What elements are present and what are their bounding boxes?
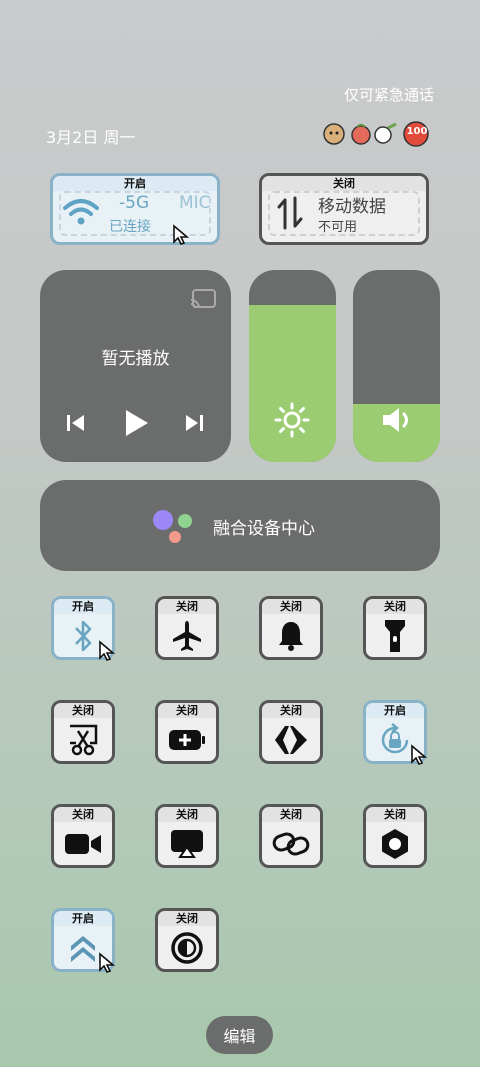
pointer-cursor-icon <box>98 952 116 978</box>
toggle-airplane[interactable]: 关闭 <box>155 596 219 660</box>
badge-100: 100 <box>406 126 428 137</box>
device-center-panel[interactable]: 融合设备中心 <box>40 480 440 571</box>
toggle-state-label: 关闭 <box>158 599 216 614</box>
media-status: 暂无播放 <box>101 349 170 369</box>
mobile-data-tile[interactable]: 关闭 移动数据 不可用 <box>259 173 429 245</box>
device-center-label: 融合设备中心 <box>213 519 315 539</box>
previous-track-icon[interactable] <box>64 412 86 438</box>
emergency-call-text: 仅可紧急通话 <box>343 86 434 104</box>
wifi-ssid: -5G <box>119 193 150 213</box>
cast-icon[interactable] <box>189 288 217 314</box>
device-center-icon <box>150 508 196 550</box>
toggle-state-label: 关闭 <box>262 703 320 718</box>
mobile-data-state-label: 关闭 <box>262 176 426 191</box>
toggle-state-label: 关闭 <box>54 807 112 822</box>
toggle-code[interactable]: 关闭 <box>259 700 323 764</box>
toggle-settings-nut[interactable]: 关闭 <box>363 804 427 868</box>
toggle-state-label: 关闭 <box>158 807 216 822</box>
date-label: 3月2日 周一 <box>46 128 136 147</box>
pointer-cursor-icon <box>172 224 190 250</box>
edit-button[interactable]: 编辑 <box>206 1016 273 1054</box>
bell-icon <box>262 614 320 657</box>
wifi-state-label: 开启 <box>53 176 217 191</box>
toggle-state-label: 关闭 <box>262 599 320 614</box>
screen-cast-icon <box>158 822 216 865</box>
toggle-state-label: 开启 <box>54 599 112 614</box>
toggle-screenshot[interactable]: 关闭 <box>51 700 115 764</box>
toggle-contrast[interactable]: 关闭 <box>155 908 219 972</box>
toggle-state-label: 关闭 <box>158 911 216 926</box>
wifi-ssid-2: MIC <box>179 193 211 213</box>
toggle-screen-cast[interactable]: 关闭 <box>155 804 219 868</box>
mobile-data-title: 移动数据 <box>318 197 386 217</box>
mobile-data-icon <box>276 196 304 234</box>
toggle-state-label: 关闭 <box>262 807 320 822</box>
next-track-icon[interactable] <box>184 412 206 438</box>
brightness-icon <box>274 402 310 442</box>
screenshot-icon <box>54 718 112 761</box>
battery-saver-icon <box>158 718 216 761</box>
toggle-screen-record[interactable]: 关闭 <box>51 804 115 868</box>
toggle-state-label: 开启 <box>54 911 112 926</box>
link-icon <box>262 822 320 865</box>
volume-icon <box>381 406 413 438</box>
wifi-status: 已连接 <box>109 219 151 235</box>
settings-nut-icon <box>366 822 424 865</box>
flashlight-icon <box>366 614 424 657</box>
toggle-bell[interactable]: 关闭 <box>259 596 323 660</box>
screen-record-icon <box>54 822 112 865</box>
play-icon[interactable] <box>122 408 152 442</box>
brightness-slider[interactable] <box>249 270 336 462</box>
pointer-cursor-icon <box>98 640 116 666</box>
contrast-icon <box>158 926 216 969</box>
toggle-battery-saver[interactable]: 关闭 <box>155 700 219 764</box>
wifi-icon <box>63 198 99 230</box>
toggle-state-label: 关闭 <box>366 807 424 822</box>
pointer-cursor-icon <box>410 744 428 770</box>
wifi-tile[interactable]: 开启 -5G MIC 已连接 <box>50 173 220 245</box>
toggle-link[interactable]: 关闭 <box>259 804 323 868</box>
media-panel[interactable]: 暂无播放 <box>40 270 231 462</box>
toggle-state-label: 关闭 <box>158 703 216 718</box>
toggle-state-label: 开启 <box>366 703 424 718</box>
toggle-state-label: 关闭 <box>366 599 424 614</box>
mobile-data-status: 不可用 <box>318 220 358 235</box>
volume-slider[interactable] <box>353 270 440 462</box>
code-icon <box>262 718 320 761</box>
toggle-state-label: 关闭 <box>54 703 112 718</box>
toggle-flashlight[interactable]: 关闭 <box>363 596 427 660</box>
airplane-icon <box>158 614 216 657</box>
